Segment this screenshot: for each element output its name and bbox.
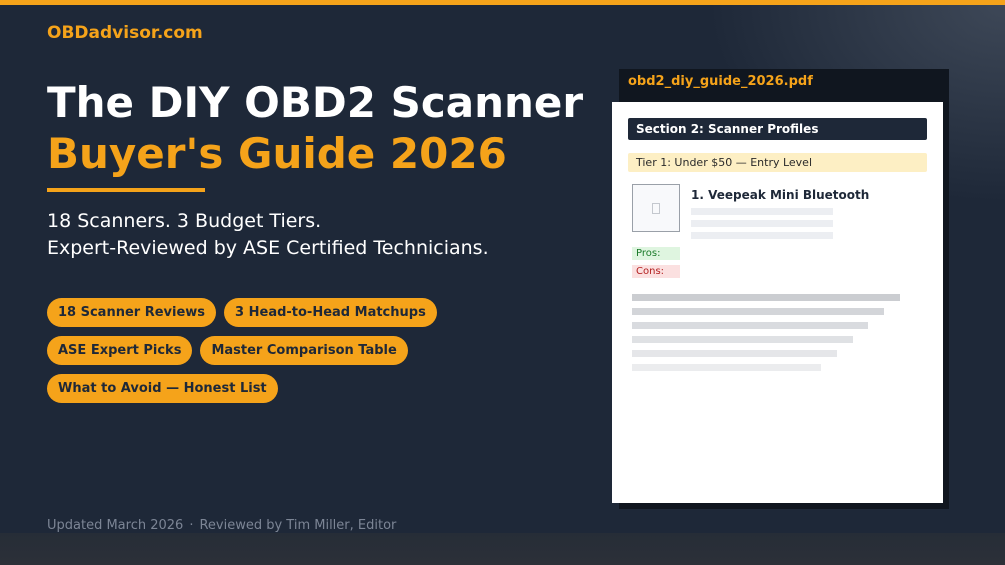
placeholder-text-line: [691, 232, 833, 239]
document-preview: Section 2: Scanner Profiles Tier 1: Unde…: [612, 102, 943, 503]
brand-name[interactable]: OBDadvisor.com: [47, 23, 203, 43]
pill-row: 18 Scanner Reviews 3 Head-to-Head Matchu…: [47, 298, 467, 327]
placeholder-text-bar: [632, 308, 884, 315]
placeholder-text-bar: [632, 294, 900, 301]
placeholder-text-bar: [632, 350, 837, 357]
pill-expert-picks: ASE Expert Picks: [47, 336, 193, 365]
placeholder-text-bar: [632, 336, 853, 343]
headline-underline: [47, 188, 205, 192]
placeholder-text-bar: [632, 322, 868, 329]
product-thumbnail: [632, 184, 680, 232]
subtitle-line2: Expert-Reviewed by ASE Certified Technic…: [47, 237, 489, 259]
pill-what-to-avoid: What to Avoid — Honest List: [47, 374, 278, 403]
updated-date: Updated March 2026: [47, 518, 184, 533]
bottom-band: [0, 533, 1005, 565]
footer-meta: Updated March 2026 · Reviewed by Tim Mille…: [47, 518, 396, 533]
pill-row: What to Avoid — Honest List: [47, 374, 467, 403]
feature-pills: 18 Scanner Reviews 3 Head-to-Head Matchu…: [47, 298, 467, 412]
product-title: 1. Veepeak Mini Bluetooth: [691, 188, 870, 202]
cons-label: Cons:: [632, 265, 680, 278]
footer-separator: ·: [189, 518, 194, 533]
headline-line2: Buyer's Guide 2026: [47, 129, 507, 178]
document-filename: obd2_diy_guide_2026.pdf: [628, 74, 813, 89]
subtitle-line1: 18 Scanners. 3 Budget Tiers.: [47, 210, 322, 232]
placeholder-text-line: [691, 220, 833, 227]
pros-label: Pros:: [632, 247, 680, 260]
pill-row: ASE Expert Picks Master Comparison Table: [47, 336, 467, 365]
document-tier-label: Tier 1: Under $50 — Entry Level: [628, 153, 927, 172]
document-section-header: Section 2: Scanner Profiles: [628, 118, 927, 140]
pill-scanner-reviews: 18 Scanner Reviews: [47, 298, 217, 327]
headline-line1: The DIY OBD2 Scanner: [47, 78, 584, 127]
placeholder-text-bar: [632, 364, 821, 371]
placeholder-text-line: [691, 208, 833, 215]
reviewer-credit: Reviewed by Tim Miller, Editor: [199, 518, 397, 533]
image-placeholder-icon: [652, 203, 660, 214]
pill-comparison-table: Master Comparison Table: [200, 336, 408, 365]
pill-head-to-head: 3 Head-to-Head Matchups: [224, 298, 437, 327]
